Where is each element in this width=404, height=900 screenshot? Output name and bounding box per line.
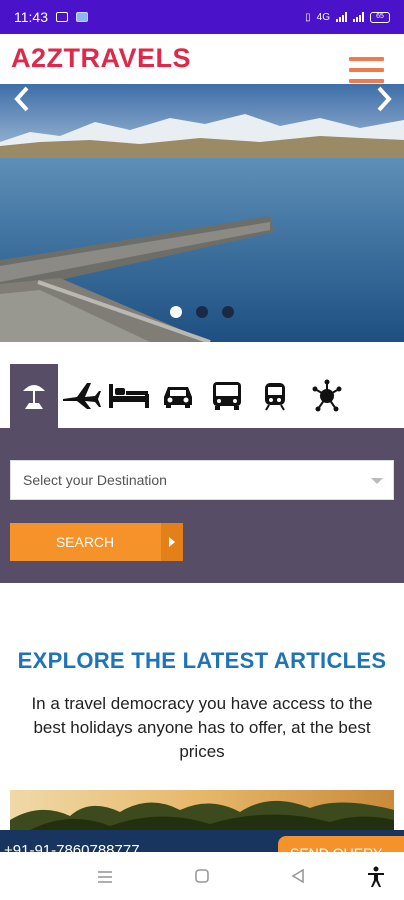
accessibility-icon[interactable] (366, 866, 386, 888)
slider-dot-2[interactable] (196, 306, 208, 318)
vibrate-icon: ▯ (305, 11, 311, 23)
search-button-label: SEARCH (55, 534, 115, 550)
tab-activities[interactable] (308, 364, 346, 428)
articles-subtitle: In a travel democracy you have access to… (31, 694, 373, 761)
site-logo[interactable]: A2ZTRAVELS (11, 43, 191, 74)
airplane-icon (63, 383, 101, 409)
send-query-button[interactable]: SEND QUERY (278, 836, 404, 852)
hero-slider[interactable] (0, 84, 404, 342)
signal-icon-2 (353, 12, 364, 22)
chevron-right-icon[interactable] (372, 84, 396, 114)
system-nav-bar (0, 852, 404, 900)
tab-holidays[interactable] (10, 364, 58, 428)
tab-bus[interactable] (208, 364, 246, 428)
category-tabs (0, 364, 404, 428)
tab-cars[interactable] (158, 364, 198, 428)
recent-apps-icon[interactable] (96, 869, 114, 885)
battery-icon: 65 (370, 11, 390, 23)
slider-dots (170, 306, 234, 318)
status-time: 11:43 (14, 9, 48, 25)
gallery-notification-icon (76, 12, 88, 22)
menu-bar-icon (349, 68, 384, 72)
articles-title: EXPLORE THE LATEST ARTICLES (17, 648, 387, 673)
search-button[interactable]: SEARCH (10, 523, 183, 561)
laptop-notification-icon (56, 12, 68, 22)
tab-flights[interactable] (60, 364, 102, 428)
lake-pier-image (0, 84, 404, 342)
arrow-right-icon (161, 523, 183, 561)
activity-icon (312, 379, 342, 412)
site-header: A2ZTRAVELS (0, 34, 404, 84)
slider-dot-1[interactable] (170, 306, 182, 318)
bus-icon (213, 382, 241, 410)
phone-number-link[interactable]: +91-91-7860788777 (4, 842, 140, 852)
destination-select-value: Select your Destination (23, 472, 167, 488)
bed-icon (109, 384, 149, 408)
menu-bar-icon (349, 79, 384, 83)
car-icon (164, 387, 192, 408)
menu-button[interactable] (349, 57, 384, 83)
menu-bar-icon (349, 57, 384, 61)
slider-dot-3[interactable] (222, 306, 234, 318)
tab-hotels[interactable] (106, 364, 152, 428)
train-icon (265, 383, 285, 411)
tab-train[interactable] (258, 364, 292, 428)
chevron-down-icon (371, 478, 383, 484)
signal-icon (336, 12, 347, 22)
network-type-label: 4G (316, 11, 330, 23)
contact-bar: +91-91-7860788777 SEND QUERY (0, 830, 404, 852)
destination-select[interactable]: Select your Destination (10, 460, 394, 500)
home-icon[interactable] (194, 868, 210, 884)
chevron-left-icon[interactable] (10, 84, 34, 114)
back-icon[interactable] (290, 868, 306, 884)
search-panel: Select your Destination SEARCH (0, 428, 404, 583)
beach-umbrella-icon (23, 385, 45, 409)
status-bar: 11:43 ▯ 4G 65 (0, 0, 404, 34)
